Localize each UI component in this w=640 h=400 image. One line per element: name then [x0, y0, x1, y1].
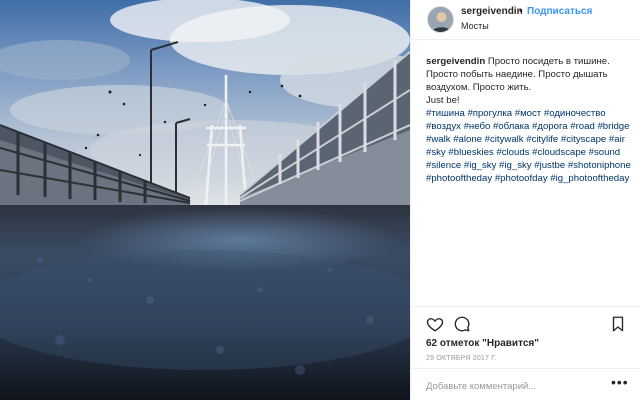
heart-icon[interactable] — [426, 315, 444, 333]
action-bar — [411, 306, 640, 336]
bookmark-icon[interactable] — [609, 315, 627, 333]
likes-count[interactable]: 62 отметок "Нравится" — [426, 338, 539, 349]
post-side-panel: sergeivendin • Подписаться Мосты sergeiv… — [410, 0, 640, 400]
caption-hashtags[interactable]: #тишина #прогулка #мост #одиночество #во… — [426, 107, 631, 185]
caption-line-2: Just be! — [426, 95, 460, 106]
more-options-icon[interactable]: ••• — [611, 374, 629, 390]
bridge-photo — [0, 0, 410, 400]
comment-box: ••• — [411, 368, 640, 400]
follow-button[interactable]: Подписаться — [527, 6, 592, 17]
user-avatar-icon — [428, 7, 453, 32]
post-header: sergeivendin • Подписаться Мосты — [411, 0, 640, 40]
post-caption: sergeivendin Просто посидеть в тишине. П… — [426, 55, 631, 185]
comment-icon[interactable] — [453, 315, 471, 333]
post-date: 29 ОКТЯБРЯ 2017 Г. — [426, 355, 497, 362]
post-photo[interactable] — [0, 0, 410, 400]
caption-username[interactable]: sergeivendin — [426, 56, 485, 67]
comment-input[interactable] — [426, 378, 606, 394]
avatar[interactable] — [427, 6, 454, 33]
header-username[interactable]: sergeivendin — [461, 6, 523, 17]
separator-dot: • — [519, 6, 523, 17]
location-link[interactable]: Мосты — [461, 21, 489, 31]
